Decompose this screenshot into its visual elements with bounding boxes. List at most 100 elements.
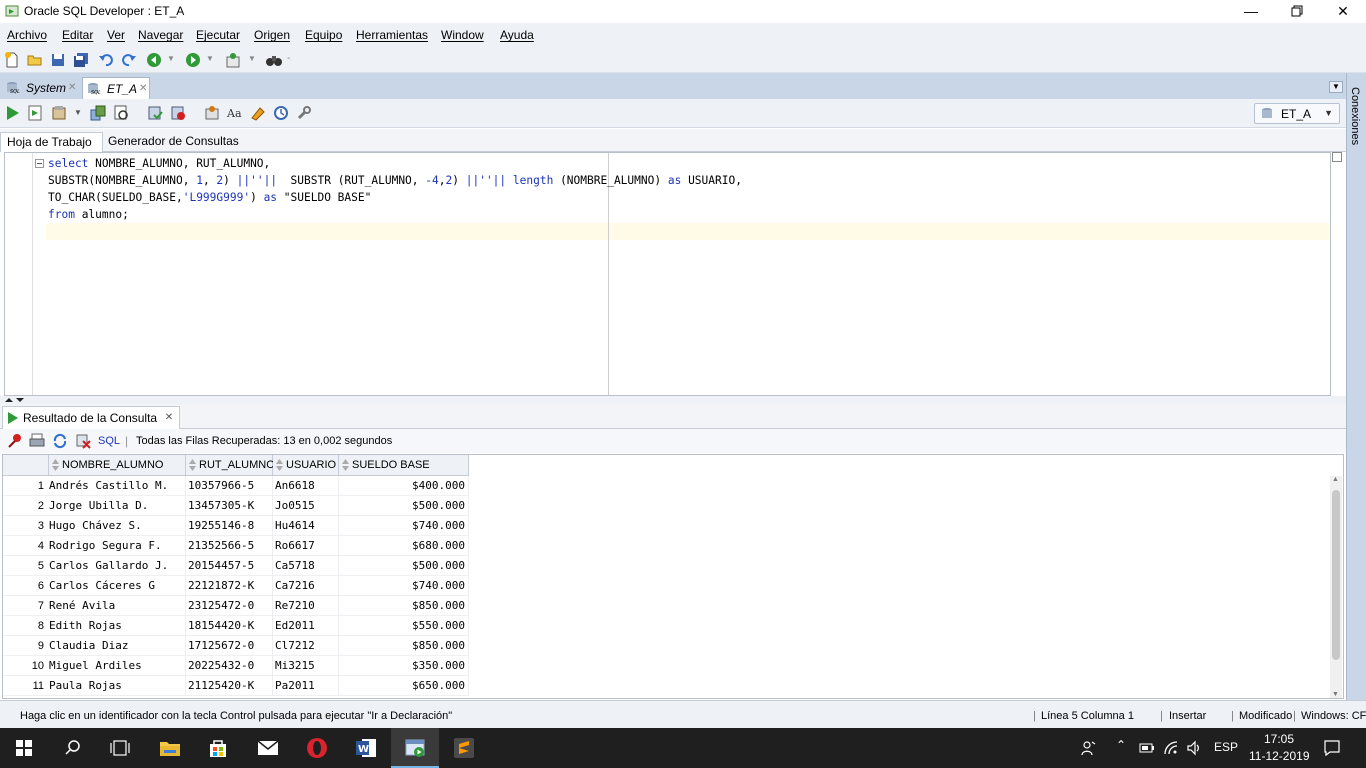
save-all-icon[interactable] [72,51,90,69]
cell-nombre-alumno[interactable]: Paula Rojas [49,676,186,696]
connection-select[interactable]: ET_A ▼ [1254,103,1340,124]
sort-icon[interactable] [189,459,196,471]
cell-usuario[interactable]: Re7210 [275,596,339,616]
menu-archivo[interactable]: Archivo [7,28,47,42]
cell-nombre-alumno[interactable]: René Avila [49,596,186,616]
cell-sueldo-base[interactable]: $350.000 [339,656,469,676]
cell-nombre-alumno[interactable]: Carlos Gallardo J. [49,556,186,576]
cell-nombre-alumno[interactable]: Miguel Ardiles [49,656,186,676]
cell-nombre-alumno[interactable]: Hugo Chávez S. [49,516,186,536]
cell-nombre-alumno[interactable]: Andrés Castillo M. [49,476,186,496]
tab-resultado-consulta[interactable]: Resultado de la Consulta ✕ [2,406,181,429]
taskbar-word[interactable]: W [342,728,390,768]
table-row[interactable]: 9 Claudia Diaz 17125672-0 Cl7212 $850.00… [3,636,469,656]
taskbar-file-explorer[interactable] [146,728,194,768]
cell-usuario[interactable]: Jo0515 [275,496,339,516]
column-header-usuario[interactable]: USUARIO [273,455,339,476]
cell-usuario[interactable]: Pa2011 [275,676,339,696]
menu-ejecutar[interactable]: Ejecutar [196,28,240,42]
sql-run-icon[interactable] [224,51,242,69]
scrollbar-thumb[interactable] [1332,490,1340,660]
maximize-button[interactable] [1274,0,1320,23]
binoculars-icon[interactable] [265,51,283,69]
clear-icon[interactable] [249,104,267,122]
back-icon[interactable] [145,51,163,69]
task-view-button[interactable] [96,728,144,768]
cell-nombre-alumno[interactable]: Rodrigo Segura F. [49,536,186,556]
cell-usuario[interactable]: Ca5718 [275,556,339,576]
cell-sueldo-base[interactable]: $850.000 [339,636,469,656]
cell-usuario[interactable]: Ro6617 [275,536,339,556]
cell-sueldo-base[interactable]: $680.000 [339,536,469,556]
table-row[interactable]: 7 René Avila 23125472-0 Re7210 $850.000 [3,596,469,616]
to-upper-icon[interactable]: Aa [226,104,244,122]
search-button[interactable] [48,728,96,768]
table-row[interactable]: 11 Paula Rojas 21125420-K Pa2011 $650.00… [3,676,469,696]
cell-rut-alumno[interactable]: 20225432-0 [188,656,273,676]
table-row[interactable]: 2 Jorge Ubilla D. 13457305-K Jo0515 $500… [3,496,469,516]
sql-code[interactable]: select NOMBRE_ALUMNO, RUT_ALUMNO, SUBSTR… [48,155,742,223]
column-header-rut-alumno[interactable]: RUT_ALUMNO [186,455,275,476]
table-row[interactable]: 1 Andrés Castillo M. 10357966-5 An6618 $… [3,476,469,496]
cell-usuario[interactable]: Ed2011 [275,616,339,636]
results-grid[interactable]: NOMBRE_ALUMNO RUT_ALUMNO USUARIO SUELDO … [2,454,1344,699]
toolbar-overflow-icon[interactable]: - [287,53,290,64]
cell-sueldo-base[interactable]: $500.000 [339,496,469,516]
cell-usuario[interactable]: Ca7216 [275,576,339,596]
sort-icon[interactable] [276,459,283,471]
cell-usuario[interactable]: Mi3215 [275,656,339,676]
battery-icon[interactable] [1139,742,1155,754]
cell-nombre-alumno[interactable]: Claudia Diaz [49,636,186,656]
forward-icon[interactable] [184,51,202,69]
cell-nombre-alumno[interactable]: Carlos Cáceres G [49,576,186,596]
taskbar-store[interactable] [194,728,242,768]
cell-rut-alumno[interactable]: 22121872-K [188,576,273,596]
taskbar-mail[interactable] [244,728,292,768]
menu-equipo[interactable]: Equipo [305,28,342,42]
cell-usuario[interactable]: Cl7212 [275,636,339,656]
cell-sueldo-base[interactable]: $740.000 [339,516,469,536]
cell-usuario[interactable]: Hu4614 [275,516,339,536]
tab-system[interactable]: SQL System ✕ [2,77,80,99]
cell-rut-alumno[interactable]: 18154420-K [188,616,273,636]
delete-icon[interactable] [75,433,91,449]
forward-dropdown-icon[interactable]: ▼ [206,54,214,63]
autotrace-icon[interactable] [50,104,68,122]
sql-editor[interactable]: select NOMBRE_ALUMNO, RUT_ALUMNO, SUBSTR… [4,152,1331,396]
print-icon[interactable] [29,433,45,449]
save-icon[interactable] [49,51,67,69]
sort-icon[interactable] [52,459,59,471]
table-row[interactable]: 5 Carlos Gallardo J. 20154457-5 Ca5718 $… [3,556,469,576]
connections-panel-tab[interactable]: Conexiones [1349,87,1361,145]
scroll-down-icon[interactable]: ▼ [1332,691,1339,698]
table-row[interactable]: 8 Edith Rojas 18154420-K Ed2011 $550.000 [3,616,469,636]
cell-sueldo-base[interactable]: $740.000 [339,576,469,596]
taskbar-sublime-text[interactable] [440,728,488,768]
wifi-icon[interactable] [1163,740,1179,756]
people-icon[interactable] [1080,739,1098,757]
menu-navegar[interactable]: Navegar [138,28,183,42]
cell-sueldo-base[interactable]: $650.000 [339,676,469,696]
column-header-nombre-alumno[interactable]: NOMBRE_ALUMNO [49,455,186,476]
taskbar-opera[interactable] [293,728,341,768]
menu-ayuda[interactable]: Ayuda [500,28,534,42]
rollback-icon[interactable] [146,104,164,122]
pane-splitter[interactable] [0,396,1346,404]
cell-rut-alumno[interactable]: 10357966-5 [188,476,273,496]
close-button[interactable]: ✕ [1320,0,1366,23]
autotrace-dropdown-icon[interactable]: ▼ [74,108,82,117]
fold-collapse-icon[interactable] [35,159,44,168]
close-tab-icon[interactable]: ✕ [68,77,76,99]
commit-icon[interactable] [89,104,107,122]
tab-hoja-de-trabajo[interactable]: Hoja de Trabajo [0,132,103,152]
column-header-sueldo-base[interactable]: SUELDO BASE [339,455,469,476]
close-tab-icon[interactable]: ✕ [165,407,173,429]
refresh-icon[interactable] [52,433,68,449]
menu-herramientas[interactable]: Herramientas [356,28,428,42]
tabs-menu-button[interactable]: ▼ [1329,81,1343,93]
cell-sueldo-base[interactable]: $850.000 [339,596,469,616]
sql-link[interactable]: SQL [98,435,120,447]
table-row[interactable]: 10 Miguel Ardiles 20225432-0 Mi3215 $350… [3,656,469,676]
clock-time[interactable]: 17:05 [1264,732,1294,746]
cell-sueldo-base[interactable]: $500.000 [339,556,469,576]
